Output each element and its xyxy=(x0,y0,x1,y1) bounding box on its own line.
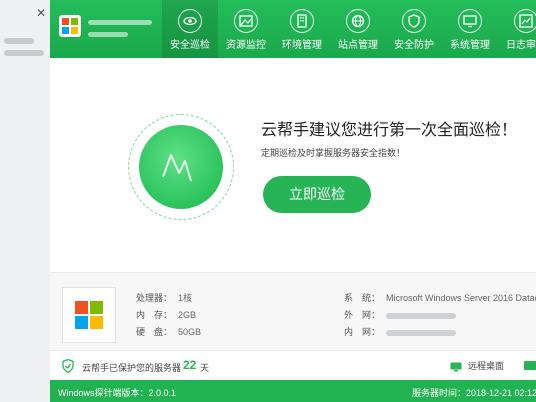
protected-days-unit: 天 xyxy=(200,363,210,373)
tab-label: 安全防护 xyxy=(394,40,434,51)
os-logo-box xyxy=(62,287,116,343)
os-value: Microsoft Windows Server 2016 Datacen xyxy=(386,293,536,303)
brand-subtitle-blurred xyxy=(88,32,128,37)
tab-label: 安全巡检 xyxy=(170,40,210,51)
tab-resource-monitor[interactable]: 资源监控 xyxy=(218,0,274,58)
eye-icon xyxy=(178,9,202,33)
scan-indicator-core xyxy=(139,125,223,209)
tab-security-protection[interactable]: 安全防护 xyxy=(386,0,442,58)
shield-check-icon xyxy=(62,359,74,373)
tab-label: 系统管理 xyxy=(450,40,490,51)
tab-security-inspection[interactable]: 安全巡检 xyxy=(162,0,218,58)
tab-label: 日志审计 xyxy=(506,40,536,51)
os-label: 系 统： xyxy=(344,293,381,303)
shield-icon xyxy=(402,9,426,33)
windows-logo-icon xyxy=(75,301,103,329)
protection-bar: 云帮手已保护您的服务器 22 天 远程桌面 xyxy=(50,350,536,381)
background-window: ✕ xyxy=(0,0,51,402)
chart-icon xyxy=(514,9,536,33)
wan-label: 外 网： xyxy=(344,310,381,320)
header-bar: 安全巡检 资源监控 环境管理 站点管理 安全防护 系统管理 日志审 xyxy=(50,0,536,58)
tab-label: 资源监控 xyxy=(226,40,266,51)
disk-label: 硬 盘： xyxy=(136,327,173,337)
lan-label: 内 网： xyxy=(344,327,381,337)
image-icon xyxy=(234,9,258,33)
tab-log-audit[interactable]: 日志审计 xyxy=(498,0,536,58)
lan-value-blurred xyxy=(386,329,457,336)
wan-value-blurred xyxy=(386,312,457,319)
scan-indicator xyxy=(128,114,234,220)
disk-row: 硬 盘： 50GB xyxy=(136,325,201,338)
scan-now-button[interactable]: 立即巡检 xyxy=(263,176,371,213)
remote-desktop-icon xyxy=(450,362,462,372)
folder-icon[interactable] xyxy=(524,361,536,370)
lan-row: 内 网： xyxy=(344,325,457,338)
monitor-icon xyxy=(458,9,482,33)
tab-label: 站点管理 xyxy=(338,40,378,51)
blurred-text xyxy=(4,50,44,56)
brand-name-blurred xyxy=(88,20,152,25)
windows-logo-icon xyxy=(59,15,81,37)
close-icon[interactable]: ✕ xyxy=(36,6,46,20)
server-time-text: 服务器时间：2018-12-21 02:12:5 xyxy=(412,388,536,398)
blurred-text xyxy=(4,38,34,44)
version-text: Windows探针端版本：2.0.0.1 xyxy=(58,388,177,398)
memory-row: 内 存： 2GB xyxy=(136,308,196,321)
tab-environment[interactable]: 环境管理 xyxy=(274,0,330,58)
memory-label: 内 存： xyxy=(136,310,173,320)
tab-label: 环境管理 xyxy=(282,40,322,51)
remote-desktop-button[interactable]: 远程桌面 xyxy=(450,359,504,372)
cpu-row: 处理器： 1核 xyxy=(136,291,192,304)
tab-site-management[interactable]: 站点管理 xyxy=(330,0,386,58)
wan-row: 外 网： xyxy=(344,308,457,321)
headline: 云帮手建议您进行第一次全面巡检！ xyxy=(261,122,518,139)
globe-icon xyxy=(346,9,370,33)
cpu-label: 处理器： xyxy=(136,293,173,303)
app-window: 安全巡检 资源监控 环境管理 站点管理 安全防护 系统管理 日志审 云帮手建议您… xyxy=(50,0,536,402)
protected-days: 22 xyxy=(183,358,197,372)
disk-value: 50GB xyxy=(178,327,202,337)
memory-value: 2GB xyxy=(178,310,197,320)
protection-text: 云帮手已保护您的服务器 xyxy=(82,363,182,373)
heartbeat-icon xyxy=(162,154,192,182)
subline: 定期巡检及时掌握服务器安全指数！ xyxy=(261,148,406,158)
server-info-panel: 处理器： 1核 内 存： 2GB 硬 盘： 50GB 系 统： Microsoft Wi… xyxy=(50,272,536,351)
building-icon xyxy=(290,9,314,33)
cpu-value: 1核 xyxy=(178,293,193,303)
tab-system-management[interactable]: 系统管理 xyxy=(442,0,498,58)
os-row: 系 统： Microsoft Windows Server 2016 Datace… xyxy=(344,291,536,304)
status-footer: Windows探针端版本：2.0.0.1 服务器时间：2018-12-21 02… xyxy=(50,380,536,402)
remote-desktop-label: 远程桌面 xyxy=(468,361,505,371)
